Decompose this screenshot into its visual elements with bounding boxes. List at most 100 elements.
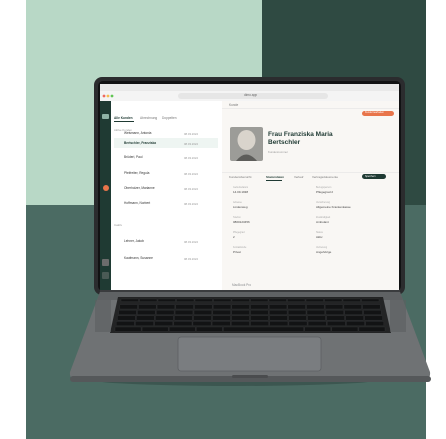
keyboard-key [211, 321, 231, 326]
keyboard-key [193, 310, 212, 315]
speaker-left [95, 300, 111, 332]
field-label: Versicherung [316, 201, 330, 204]
keyboard-key [176, 298, 195, 302]
keyboard-key [250, 304, 269, 310]
field-value: Pflegegrad 2 [316, 190, 334, 194]
detail-header-divider [222, 108, 399, 109]
keyboard-key [250, 310, 269, 315]
keyboard-key [169, 326, 196, 332]
photo-backdrop [0, 0, 446, 439]
keyboard-key [118, 310, 137, 315]
keyboard-key [287, 298, 306, 302]
list-item-name[interactable]: Kaufmann, Susanne [124, 256, 153, 260]
save-button[interactable]: Speichern [365, 175, 376, 178]
keyboard-key [157, 298, 176, 302]
keyboard-key [117, 315, 136, 321]
keyboard-key [344, 310, 363, 315]
field-value: Lindenweg [233, 205, 248, 209]
list-item-date: 08.03.2022 [184, 187, 198, 191]
laptop-notch [232, 375, 268, 378]
field-label: Telefon [233, 216, 241, 219]
nav-settings-glyph [102, 272, 109, 279]
keyboard-key [331, 326, 359, 332]
field-value: Angehörige [316, 250, 332, 254]
group-inactive-heading: Inaktiv [114, 223, 123, 227]
keyboard-key [325, 310, 344, 315]
keyboard-key [231, 304, 250, 310]
keyboard-key [307, 321, 327, 326]
list-item-name[interactable]: Hoffmann, Norbert [124, 201, 150, 205]
keyboard-key [139, 298, 158, 302]
field-value: Aktiv [316, 235, 323, 239]
keyboard-key [365, 321, 384, 326]
list-item-name[interactable]: Bertschler, Franziska [124, 141, 156, 145]
list-item-name[interactable]: Lehner, Jakob [124, 239, 144, 243]
keyboard-key [155, 315, 174, 321]
nav-avatar [102, 259, 109, 266]
browser-tabbar [100, 84, 399, 91]
keyboard-key [138, 304, 157, 310]
list-item-name[interactable]: Oberholzer, Marianne [124, 186, 155, 190]
keyboard-key [304, 326, 331, 332]
tab-verlauf[interactable]: Verlauf [294, 175, 303, 179]
keyboard-key [307, 315, 326, 321]
field-label: Geburtsdatum [233, 186, 249, 189]
tab-doppelten[interactable]: Doppelten [162, 116, 177, 120]
keyboard-key [192, 321, 212, 326]
keyboard-key [212, 315, 231, 321]
keyboard-key [269, 310, 288, 315]
keyboard-key [193, 315, 212, 321]
keyboard-key [268, 298, 287, 302]
keyboard-key [156, 310, 175, 315]
keyboard-key [364, 315, 383, 321]
keyboard-key [223, 326, 304, 332]
list-item-name[interactable]: Weismann, Antonia [124, 131, 151, 135]
field-value: 14.09.1938 [233, 190, 249, 194]
keyboard-key [343, 304, 362, 310]
keyboard-key [363, 310, 382, 315]
profile-face [237, 130, 256, 150]
keyboard-key [324, 298, 343, 302]
tab-abrechnung[interactable]: Abrechnung [140, 116, 157, 120]
detail-header-label: Kunde [229, 103, 239, 107]
keyboard-key [345, 315, 364, 321]
keyboard-key [361, 298, 380, 302]
list-item-date: 08.03.2022 [184, 132, 198, 136]
address-bar-url[interactable]: dimo.app [244, 93, 257, 97]
list-item-name[interactable]: Pfeifreiter, Regula [124, 171, 149, 175]
keyboard-key [269, 315, 288, 321]
edit-client-button[interactable]: Kunde bearbeiten [365, 111, 384, 114]
field-value: Privat [233, 250, 241, 254]
list-item-name[interactable]: Brüderi, Paul [124, 155, 142, 159]
list-item-date: 08.03.2022 [184, 156, 198, 160]
field-label: Kontaktstufe [233, 246, 247, 249]
tab-kundenuebersicht[interactable]: Kundenübersicht [229, 175, 252, 179]
field-label: Zuständigkeit [316, 216, 331, 219]
client-name-line1: Frau Franziska Maria [268, 131, 333, 138]
nav-accent-dot [103, 185, 109, 191]
keyboard-key [196, 326, 223, 332]
keyboard-key [174, 315, 193, 321]
tab-stammdaten[interactable]: Stammdaten [266, 175, 284, 179]
speaker-right [390, 300, 406, 332]
keyboard-key [156, 304, 175, 310]
keyboard-key [212, 310, 231, 315]
keyboard-key [306, 310, 325, 315]
field-label: Vertretung [316, 246, 328, 249]
keyboard-key [231, 298, 250, 302]
keyboard-key [250, 298, 269, 302]
keyboard-key [114, 326, 142, 332]
list-item-date: 08.03.2022 [184, 240, 198, 244]
client-name-line2: Bertschler [268, 139, 301, 146]
keyboard-key [342, 298, 361, 302]
field-label: Status [316, 231, 323, 234]
tab-alle-kunden[interactable]: Alle Kunden [114, 116, 133, 120]
keyboard-key [175, 304, 194, 310]
keyboard-key [269, 304, 288, 310]
keyboard-key [305, 298, 324, 302]
keyboard-key [288, 315, 307, 321]
field-label: Pflegegrad [233, 231, 245, 234]
keyboard-key [174, 310, 194, 315]
tab-vertragsdokumente[interactable]: Vertragsdokumente [312, 175, 338, 179]
field-value: Allgemeine Krankenkasse [316, 205, 351, 209]
